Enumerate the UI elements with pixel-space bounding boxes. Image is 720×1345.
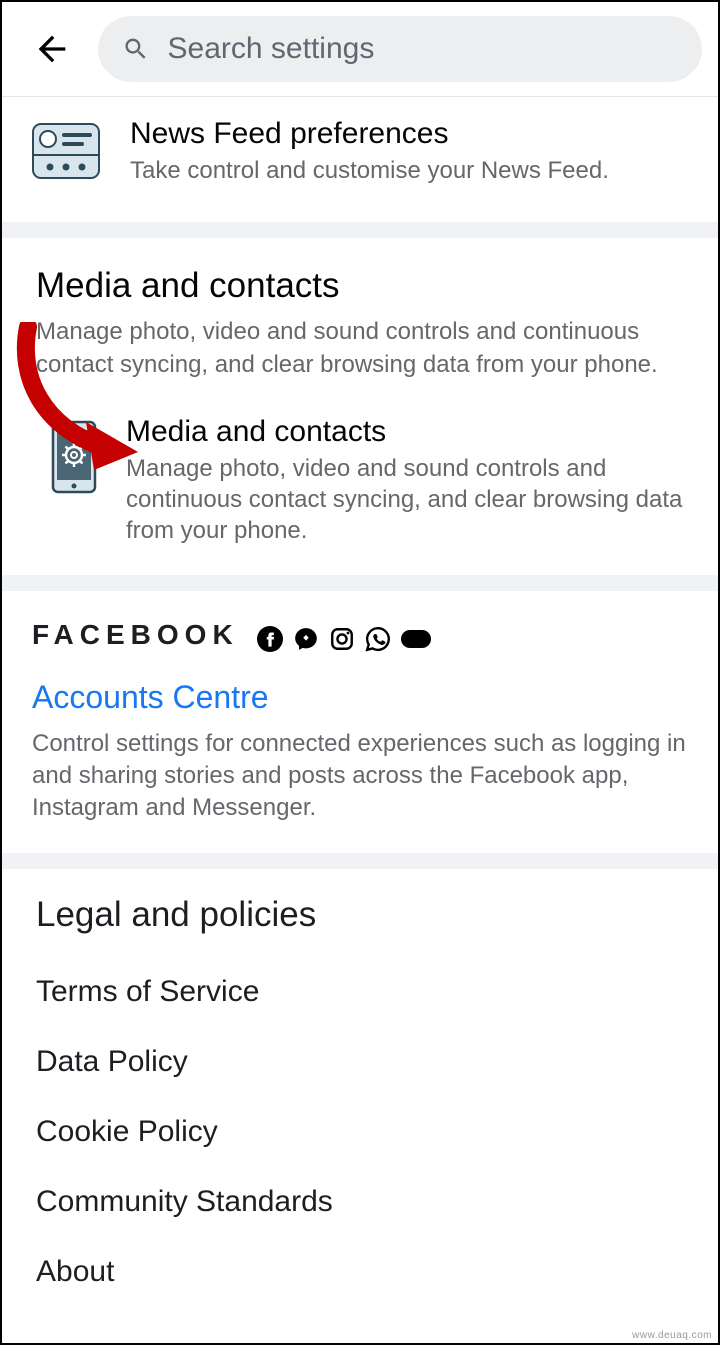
news-feed-section: News Feed preferences Take control and c… [2, 97, 718, 222]
news-feed-title: News Feed preferences [130, 117, 688, 151]
section-divider [2, 222, 718, 238]
section-divider [2, 853, 718, 869]
legal-community-standards[interactable]: Community Standards [36, 1167, 684, 1237]
legal-title: Legal and policies [36, 895, 684, 935]
oculus-icon [401, 630, 431, 648]
back-button[interactable] [30, 27, 74, 71]
back-arrow-icon [32, 29, 72, 69]
media-section-desc: Manage photo, video and sound controls a… [36, 316, 684, 381]
media-contacts-section: Media and contacts Manage photo, video a… [2, 238, 718, 574]
watermark: www.deuaq.com [632, 1330, 712, 1341]
messenger-icon [293, 626, 319, 652]
media-section-title: Media and contacts [36, 266, 684, 306]
accounts-centre-link[interactable]: Accounts Centre [32, 679, 688, 716]
media-contacts-item[interactable]: Media and contacts Manage photo, video a… [2, 391, 718, 557]
news-feed-desc: Take control and customise your News Fee… [130, 155, 688, 186]
facebook-brand-row: FACEBOOK [32, 619, 688, 679]
news-feed-preferences-item[interactable]: News Feed preferences Take control and c… [2, 103, 718, 204]
facebook-icon [257, 626, 283, 652]
instagram-icon [329, 626, 355, 652]
legal-data-policy[interactable]: Data Policy [36, 1027, 684, 1097]
media-item-title: Media and contacts [126, 415, 688, 449]
news-feed-icon [32, 121, 100, 181]
section-divider [2, 575, 718, 591]
search-bar[interactable] [98, 16, 702, 82]
whatsapp-icon [365, 626, 391, 652]
accounts-centre-desc: Control settings for connected experienc… [32, 728, 688, 825]
header [2, 2, 718, 97]
facebook-wordmark: FACEBOOK [32, 619, 239, 651]
phone-gear-icon [46, 417, 102, 497]
legal-section: Legal and policies Terms of Service Data… [2, 869, 718, 1317]
media-item-desc: Manage photo, video and sound controls a… [126, 453, 688, 547]
search-icon [122, 34, 150, 64]
legal-about[interactable]: About [36, 1237, 684, 1307]
legal-terms-of-service[interactable]: Terms of Service [36, 957, 684, 1027]
search-input[interactable] [168, 32, 678, 66]
legal-cookie-policy[interactable]: Cookie Policy [36, 1097, 684, 1167]
accounts-centre-section: FACEBOOK Accounts Centre Control setting… [2, 591, 718, 853]
